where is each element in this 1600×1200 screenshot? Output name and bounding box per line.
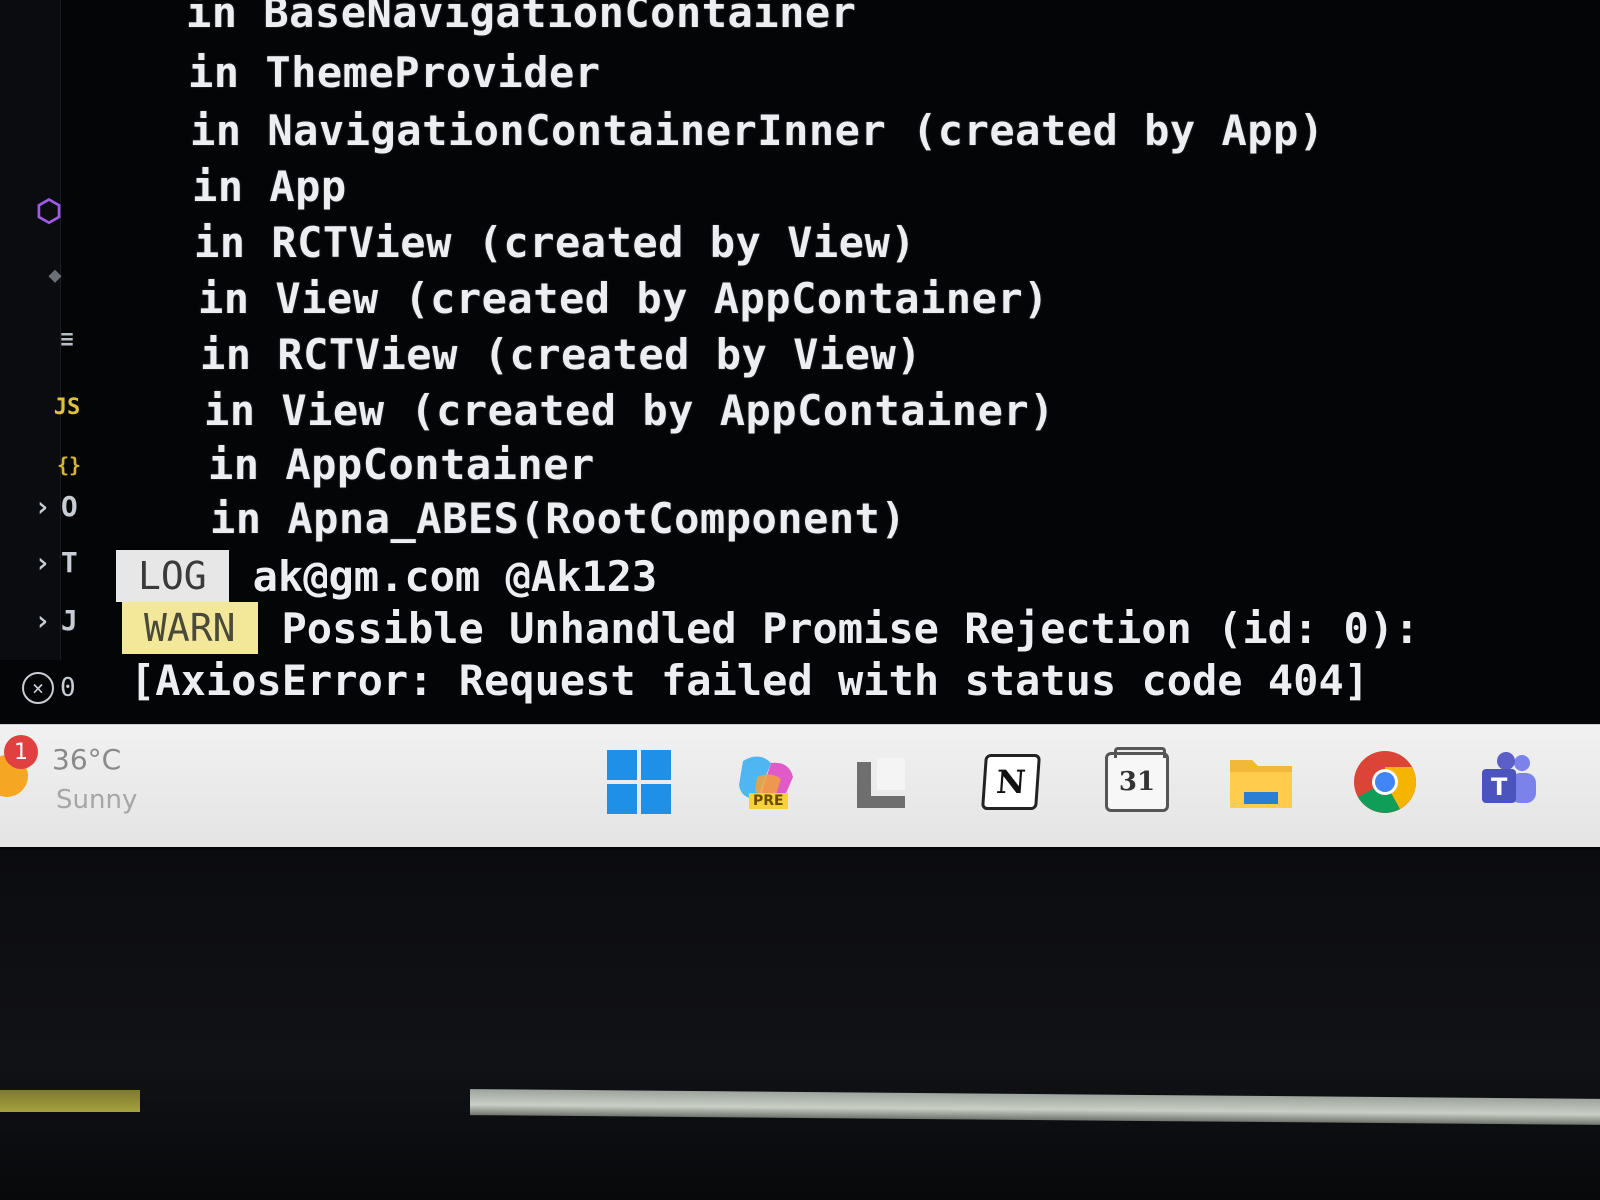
notion-label: N	[995, 763, 1027, 801]
files-app-icon	[857, 758, 905, 808]
error-circle-icon: ×	[22, 672, 54, 704]
files-app-button[interactable]	[846, 747, 916, 817]
stack-trace-line: in View (created by AppContainer)	[204, 386, 1055, 435]
desk-reflection	[0, 1090, 140, 1112]
log-badge: LOG	[116, 550, 229, 602]
terminal-output[interactable]: in BaseNavigationContainer in ThemeProvi…	[116, 0, 1600, 705]
chrome-button[interactable]	[1350, 747, 1420, 817]
copilot-button[interactable]: PRE	[731, 747, 801, 817]
tree-item-t[interactable]: › T	[34, 542, 78, 582]
notion-button[interactable]: N	[976, 747, 1046, 817]
stack-trace-line: in BaseNavigationContainer	[186, 0, 857, 37]
log-message: ak@gm.com @Ak123	[252, 551, 658, 601]
tree-item-label: J	[60, 603, 78, 637]
windows-logo-icon	[607, 750, 671, 814]
weather-condition: Sunny	[56, 785, 138, 815]
notion-icon: N	[981, 754, 1041, 810]
calendar-day-label: 31	[1118, 767, 1156, 797]
warn-message: Possible Unhandled Promise Rejection (id…	[281, 603, 1420, 653]
calendar-icon: 31	[1105, 747, 1169, 812]
stack-trace-line: in RCTView (created by View)	[200, 330, 923, 379]
teams-icon	[1482, 752, 1536, 803]
warn-badge: WARN	[122, 602, 258, 654]
monitor-screen: ⬡ ◆ ≡ JS {} › O › T › J × 0 in BaseNavig…	[0, 0, 1600, 850]
log-line: LOG ak@gm.com @Ak123	[116, 550, 657, 602]
monitor-bezel	[0, 850, 1600, 1200]
extension-hexagon-icon[interactable]: ⬡	[34, 194, 64, 229]
js-file-icon[interactable]: JS	[52, 392, 82, 422]
file-explorer-button[interactable]	[1226, 747, 1296, 817]
calendar-button[interactable]: 31	[1102, 747, 1172, 817]
copilot-pre-label: PRE	[749, 793, 788, 809]
warn-line: WARN Possible Unhandled Promise Rejectio…	[122, 602, 1419, 654]
stack-trace-line: in App	[192, 162, 347, 211]
start-button[interactable]	[604, 747, 674, 817]
teams-button[interactable]: T	[1474, 747, 1544, 817]
axios-error-message: [AxiosError: Request failed with status …	[130, 656, 1370, 705]
photo-stage: ⬡ ◆ ≡ JS {} › O › T › J × 0 in BaseNavig…	[0, 0, 1600, 1200]
teams-label: T	[1491, 773, 1508, 801]
tree-item-label: T	[60, 545, 78, 579]
notification-badge: 1	[4, 735, 38, 769]
weather-temperature: 36°C	[52, 743, 122, 776]
tree-item-j[interactable]: › J	[34, 600, 78, 640]
stack-trace-line: in Apna_ABES(RootComponent)	[210, 494, 907, 543]
tree-item-o[interactable]: › O	[34, 486, 78, 526]
chevron-right-icon: ›	[34, 545, 51, 579]
tree-item-label: O	[60, 489, 78, 523]
problems-count: 0	[60, 673, 76, 703]
source-control-icon[interactable]: ◆	[40, 260, 70, 290]
windows-taskbar: 1 36°C Sunny PRE N 31 T	[0, 724, 1600, 847]
weather-widget[interactable]: 1 36°C Sunny	[0, 725, 150, 835]
folder-icon	[1230, 760, 1292, 808]
chrome-icon	[1354, 751, 1416, 813]
problems-status[interactable]: × 0	[22, 670, 76, 706]
stack-trace-line: in AppContainer	[208, 440, 595, 489]
json-file-icon[interactable]: {}	[54, 450, 84, 480]
chevron-right-icon: ›	[34, 603, 51, 637]
stack-trace-line: in View (created by AppContainer)	[198, 274, 1049, 323]
stack-trace-line: in NavigationContainerInner (created by …	[190, 106, 1325, 155]
stack-trace-line: in RCTView (created by View)	[194, 218, 917, 267]
outline-icon[interactable]: ≡	[52, 324, 82, 354]
chevron-right-icon: ›	[34, 489, 51, 523]
stack-trace-line: in ThemeProvider	[188, 48, 601, 97]
